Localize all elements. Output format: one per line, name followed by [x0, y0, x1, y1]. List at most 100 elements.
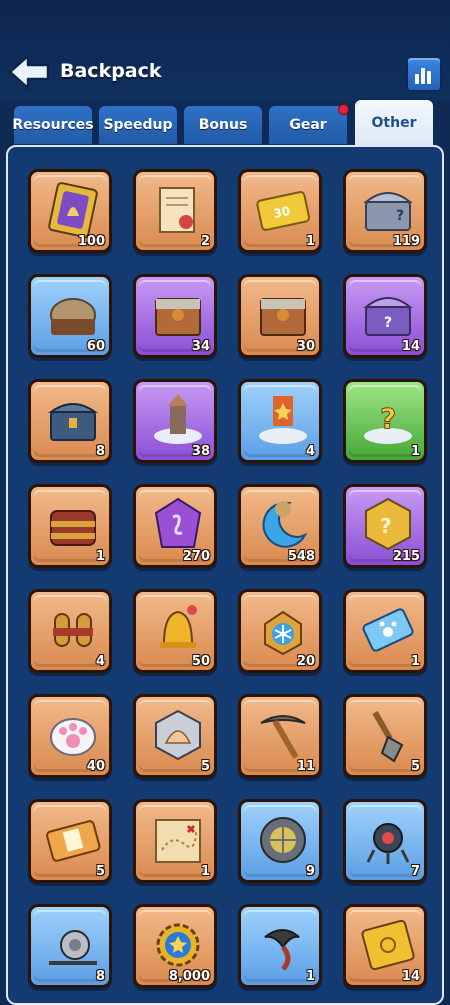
inventory-item[interactable]: 30	[238, 274, 322, 358]
item-count: 5	[95, 864, 105, 879]
inventory-item[interactable]: 548	[238, 484, 322, 568]
item-count: 1	[410, 444, 420, 459]
item-grid: 100 2 30 1? 119 60 34 30? 14 8 38 4? 1 1 270 548? 215 4 50…	[28, 169, 427, 988]
inventory-item[interactable]: 1	[133, 799, 217, 883]
inventory-item[interactable]: ? 119	[343, 169, 427, 253]
top-bar: Backpack	[0, 0, 450, 100]
seashell-icon	[155, 709, 201, 761]
orange-ticket-icon	[46, 820, 101, 862]
svg-text:?: ?	[384, 315, 392, 331]
tab-resources[interactable]: Resources	[12, 104, 94, 144]
item-count: 215	[392, 549, 420, 564]
item-count: 34	[191, 339, 210, 354]
stats-chart-icon[interactable]	[406, 56, 442, 92]
item-count: 1	[410, 654, 420, 669]
inventory-item[interactable]: 1	[238, 904, 322, 988]
crescent-moon-icon	[262, 501, 308, 548]
item-count: 7	[410, 864, 420, 879]
building-platform-icon	[154, 394, 202, 444]
item-count: 60	[86, 339, 105, 354]
item-count: 1	[200, 864, 210, 879]
purple-rune-stone-icon	[154, 497, 202, 548]
inventory-item[interactable]: 50	[133, 589, 217, 673]
fishing-reel-icon	[49, 930, 97, 965]
svg-text:?: ?	[396, 208, 404, 224]
tab-label: Gear	[289, 117, 327, 133]
inventory-item[interactable]: 9	[238, 799, 322, 883]
tab-bonus[interactable]: Bonus	[182, 104, 264, 144]
inventory-item[interactable]: 38	[133, 379, 217, 463]
gold-ticket-icon	[361, 919, 415, 971]
inventory-item[interactable]: ? 215	[343, 484, 427, 568]
inventory-item[interactable]: 270	[133, 484, 217, 568]
snowflake-amulet-icon	[264, 610, 302, 656]
grappling-hook-icon	[264, 929, 300, 971]
tab-bar: Resources Speedup Bonus Gear Other	[12, 98, 438, 146]
item-count: 14	[401, 969, 420, 984]
inventory-item[interactable]: 20	[238, 589, 322, 673]
purple-bell-ticket-icon	[48, 182, 98, 238]
inventory-item[interactable]: 60	[28, 274, 112, 358]
golden-bell-icon	[160, 605, 197, 648]
item-count: 1	[305, 234, 315, 249]
item-count: 30	[296, 339, 315, 354]
svg-text:?: ?	[380, 514, 392, 538]
inventory-item[interactable]: 2	[133, 169, 217, 253]
item-count: 20	[296, 654, 315, 669]
tab-label: Bonus	[198, 117, 248, 133]
inventory-item[interactable]: 8	[28, 379, 112, 463]
inventory-item[interactable]: 7	[343, 799, 427, 883]
item-count: 38	[191, 444, 210, 459]
tab-label: Other	[371, 115, 417, 131]
mystery-chest-icon: ?	[363, 192, 413, 231]
purple-mystery-chest-icon: ?	[363, 297, 413, 336]
inventory-item[interactable]: 8	[28, 904, 112, 988]
inventory-item[interactable]: 1	[28, 484, 112, 568]
item-count: 11	[296, 759, 315, 774]
item-count: 14	[401, 339, 420, 354]
treasure-chest-icon	[47, 403, 99, 441]
shovel-icon	[372, 710, 404, 763]
item-count: 8,000	[168, 969, 210, 984]
inventory-item[interactable]: 8,000	[133, 904, 217, 988]
inventory-item[interactable]: 5	[343, 694, 427, 778]
notification-dot	[338, 104, 349, 115]
back-arrow-icon[interactable]	[8, 54, 50, 90]
item-count: 5	[200, 759, 210, 774]
pickaxe-icon	[260, 715, 306, 759]
item-count: 1	[95, 549, 105, 564]
inventory-item[interactable]: 40	[28, 694, 112, 778]
item-count: 8	[95, 969, 105, 984]
scroll-certificate-icon	[159, 187, 195, 233]
inventory-item[interactable]: 5	[133, 694, 217, 778]
inventory-item[interactable]: 5	[28, 799, 112, 883]
tab-gear[interactable]: Gear	[267, 104, 349, 144]
item-count: 4	[305, 444, 315, 459]
item-count: 40	[86, 759, 105, 774]
supply-sack-icon	[50, 298, 96, 335]
item-count: 4	[95, 654, 105, 669]
jetpack-icon	[53, 613, 93, 647]
inventory-item[interactable]: ? 1	[343, 379, 427, 463]
inventory-item[interactable]: 100	[28, 169, 112, 253]
item-count: 100	[77, 234, 105, 249]
item-count: 8	[95, 444, 105, 459]
inventory-item[interactable]: ? 14	[343, 274, 427, 358]
inventory-item[interactable]: 4	[28, 589, 112, 673]
treasure-bag-icon	[50, 510, 96, 546]
inventory-item[interactable]: 30 1	[238, 169, 322, 253]
item-count: 2	[200, 234, 210, 249]
tab-speedup[interactable]: Speedup	[97, 104, 179, 144]
inventory-item[interactable]: 1	[343, 589, 427, 673]
inventory-item[interactable]: 34	[133, 274, 217, 358]
inventory-item[interactable]: 14	[343, 904, 427, 988]
banner-platform-icon	[259, 396, 307, 444]
page-title: Backpack	[60, 60, 162, 82]
tab-other[interactable]: Other	[353, 98, 435, 146]
item-count: 5	[410, 759, 420, 774]
item-count: 1	[305, 969, 315, 984]
gear-star-icon	[156, 923, 200, 967]
inventory-item[interactable]: 11	[238, 694, 322, 778]
svg-text:?: ?	[380, 402, 396, 435]
inventory-item[interactable]: 4	[238, 379, 322, 463]
